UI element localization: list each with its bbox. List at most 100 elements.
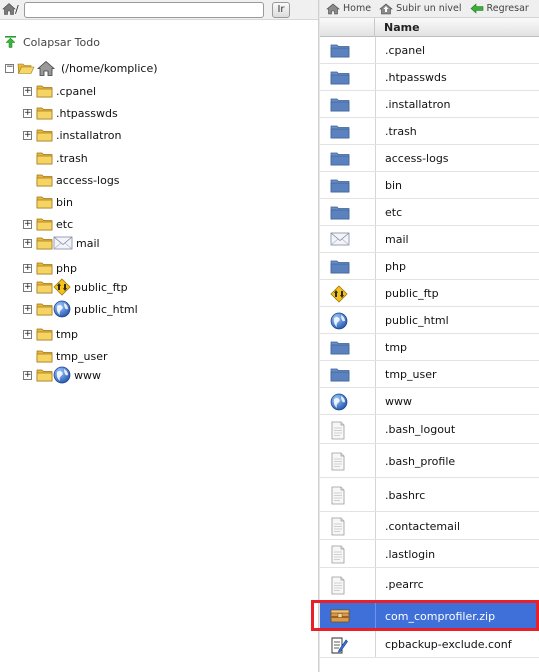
file-icon [330,545,346,567]
home-icon[interactable] [2,2,16,16]
file-name: .trash [385,125,417,138]
mail-icon [53,235,73,251]
file-row[interactable]: .contactemail [320,512,539,540]
folder-icon [36,195,53,209]
up-level-icon [379,3,393,14]
folder-icon [36,128,53,142]
folder-icon [330,96,350,115]
tree-item[interactable]: access-logs [23,171,120,189]
file-row[interactable]: .bash_logout [320,415,539,444]
expand-toggle-icon[interactable]: + [23,130,32,140]
file-row[interactable]: tmp_user [320,361,539,388]
file-name: www [385,395,412,408]
file-name: com_comprofiler.zip [385,610,496,623]
expand-toggle-icon[interactable]: + [23,304,32,314]
tree-item-label: .htpasswds [56,106,118,120]
file-row[interactable]: access-logs [320,145,539,172]
tree-item[interactable]: + .cpanel [23,82,96,100]
column-separator [375,37,376,63]
back-arrow-icon [470,3,483,14]
file-row[interactable]: .lastlogin [320,540,539,568]
archive-icon [330,607,350,626]
file-row[interactable]: .bashrc [320,478,539,512]
file-row[interactable]: .bash_profile [320,444,539,478]
tree-item-label: mail [76,236,100,250]
collapse-all-label: Colapsar Todo [23,35,100,49]
file-row-selected[interactable]: com_comprofiler.zip [320,601,539,631]
up-one-level-button[interactable]: Subir un nivel [379,3,462,15]
tree-item[interactable]: tmp_user [23,347,108,365]
column-separator [375,444,376,477]
file-row[interactable]: etc [320,199,539,226]
file-icon [330,452,346,474]
tree-item[interactable]: + tmp [23,325,78,343]
file-row[interactable]: www [320,388,539,415]
tree-root[interactable]: − (/home/komplice) [5,59,158,77]
collapse-toggle-icon[interactable]: − [5,62,14,73]
path-input[interactable] [24,2,264,18]
expand-toggle-icon[interactable]: + [23,263,32,273]
expand-toggle-icon[interactable]: + [23,108,32,118]
file-row[interactable]: .installatron [320,91,539,118]
column-separator [375,253,376,279]
file-row[interactable]: public_html [320,307,539,334]
file-row[interactable]: .pearrc [320,568,539,601]
file-icon [330,486,346,508]
folder-icon [36,261,53,275]
tree-item[interactable]: + public_ftp [23,278,128,296]
tree-item[interactable]: + etc [23,215,73,233]
collapse-all-button[interactable]: Colapsar Todo [5,35,100,49]
column-separator [375,226,376,252]
path-prefix: / [15,3,19,16]
expand-toggle-icon[interactable]: + [23,282,32,292]
folder-icon [36,173,53,187]
up-one-level-label: Subir un nivel [396,3,462,14]
folder-icon [36,236,53,250]
tree-item[interactable]: + .installatron [23,126,121,144]
file-name: .bashrc [385,489,426,502]
file-name: php [385,260,406,273]
expand-toggle-icon[interactable]: + [23,370,32,380]
tree-item[interactable]: + mail [23,234,100,252]
column-separator [375,631,376,657]
folder-tree-panel: / Ir Colapsar Todo − (/home/komplice) +.… [0,0,318,672]
tree-item-label: bin [56,195,74,209]
navigation-toolbar: Home Subir un nivel Regresar [320,0,539,18]
file-row[interactable]: php [320,253,539,280]
column-separator [375,118,376,144]
file-row[interactable]: bin [320,172,539,199]
home-button[interactable]: Home [326,3,371,15]
tree-item[interactable]: + www [23,366,101,384]
tree-item[interactable]: + .htpasswds [23,104,118,122]
expand-toggle-icon[interactable]: + [23,238,32,248]
file-name: .cpanel [385,44,426,57]
tree-item[interactable]: + php [23,259,77,277]
back-button[interactable]: Regresar [470,3,529,14]
file-row[interactable]: public_ftp [320,280,539,307]
file-name: mail [385,233,409,246]
path-bar: / Ir [0,0,318,20]
column-separator [375,568,376,600]
expand-toggle-icon[interactable]: + [23,329,32,339]
tree-item[interactable]: .trash [23,149,88,167]
tree-item[interactable]: + public_html [23,300,138,318]
name-column-header[interactable]: Name [384,21,420,34]
column-separator [375,172,376,198]
tree-root-label: (/home/komplice) [61,61,158,75]
file-row[interactable]: tmp [320,334,539,361]
file-row[interactable]: .trash [320,118,539,145]
go-button[interactable]: Ir [272,2,290,18]
expand-toggle-icon[interactable]: + [23,86,32,96]
file-row[interactable]: mail [320,226,539,253]
file-row[interactable]: .htpasswds [320,64,539,91]
column-separator [375,540,376,567]
file-row[interactable]: .cpanel [320,37,539,64]
icon-column-header[interactable] [320,18,375,37]
tree-item[interactable]: bin [23,193,73,211]
tree-item-label: tmp_user [56,349,108,363]
file-row[interactable]: cpbackup-exclude.conf [320,631,539,658]
tree-item-label: public_html [74,302,138,316]
tree-item-label: .installatron [56,128,122,142]
expand-toggle-icon[interactable]: + [23,219,32,229]
home-icon [326,3,340,14]
